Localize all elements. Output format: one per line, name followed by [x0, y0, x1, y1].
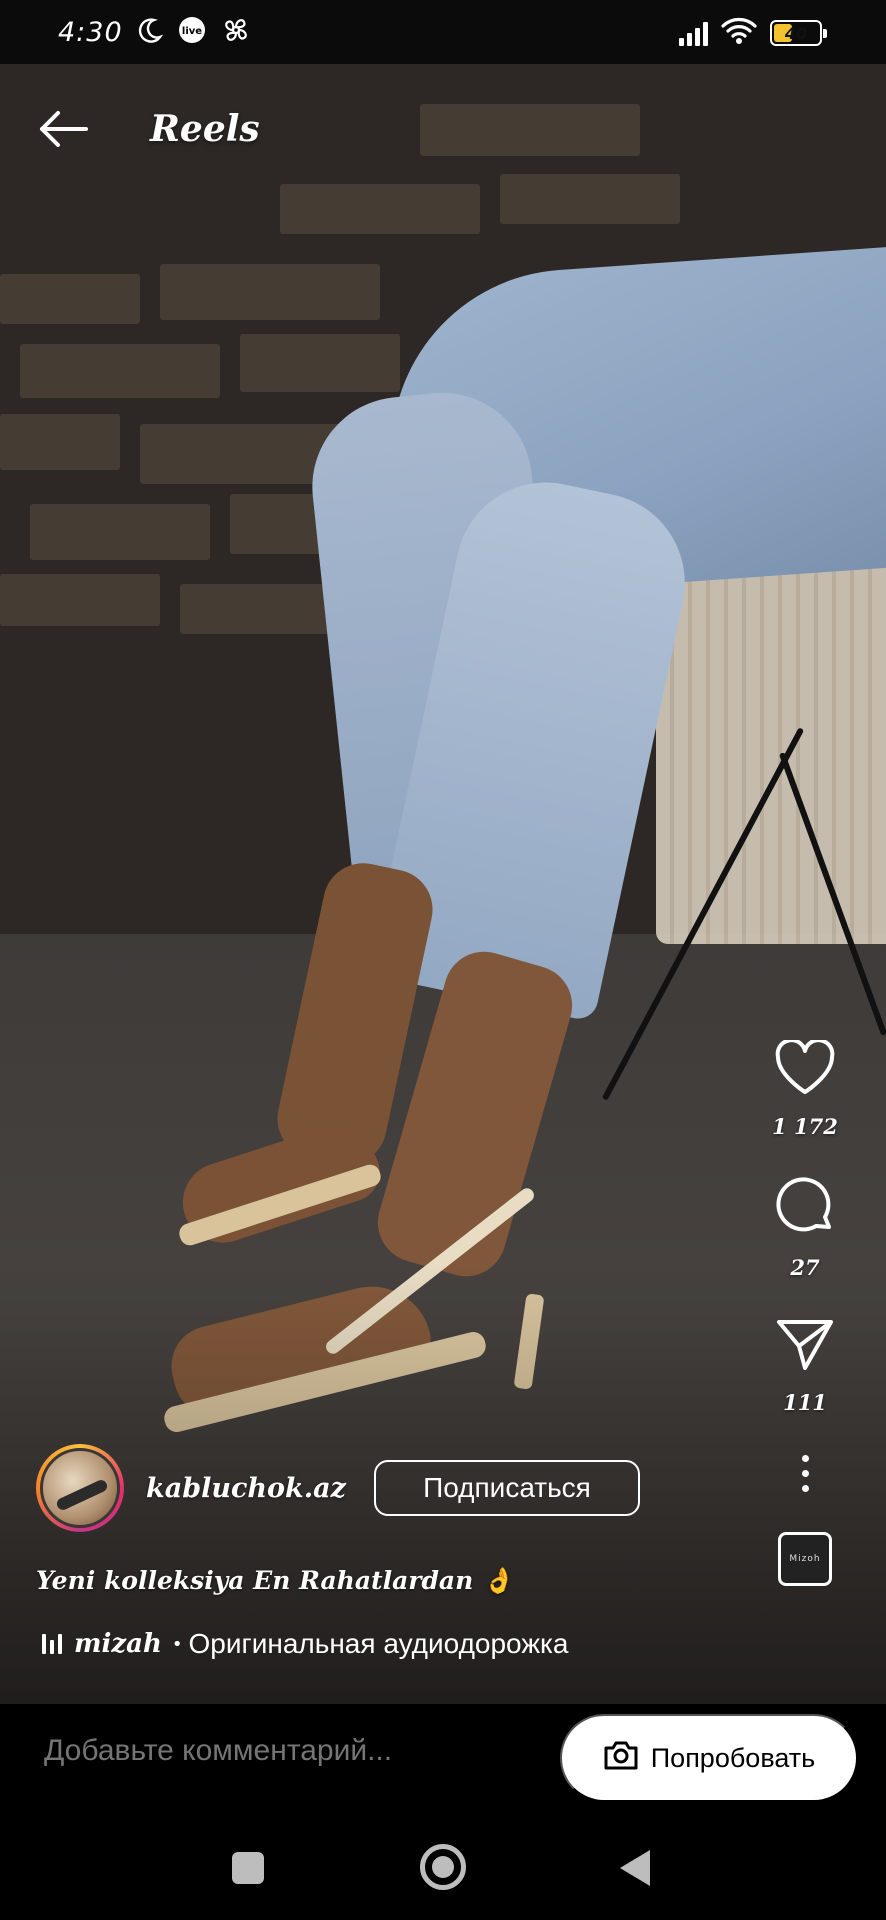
audio-author: mizah: [74, 1629, 162, 1659]
signal-icon: [679, 20, 708, 46]
moon-icon: [137, 17, 163, 47]
camera-icon: [603, 1739, 639, 1778]
square-icon[interactable]: [232, 1852, 264, 1884]
comment-action: 27: [774, 1175, 836, 1280]
live-icon: live: [177, 15, 207, 49]
follow-button[interactable]: Подписаться: [373, 1460, 640, 1516]
comment-count: 27: [790, 1255, 820, 1280]
page-title: Reels: [150, 108, 260, 150]
battery-icon: 40: [770, 20, 827, 46]
like-action: 1 172: [772, 1038, 838, 1139]
audio-thumbnail[interactable]: Mizoh: [778, 1532, 832, 1586]
top-bar: Reels: [0, 64, 886, 194]
chair: [656, 564, 886, 944]
circle-icon[interactable]: [420, 1844, 466, 1890]
comment-bubble-icon[interactable]: [774, 1175, 836, 1241]
avatar[interactable]: [36, 1444, 124, 1532]
paper-plane-icon[interactable]: [775, 1316, 835, 1376]
heart-icon[interactable]: [774, 1038, 836, 1100]
author-row: kabluchok.az Подписаться: [36, 1444, 640, 1532]
status-time: 4:30: [58, 16, 123, 48]
audio-row[interactable]: mizah • Оригинальная аудиодорожка: [42, 1628, 569, 1660]
like-count: 1 172: [772, 1114, 838, 1139]
svg-text:live: live: [182, 26, 202, 37]
fan-icon: [221, 15, 251, 49]
arrow-left-icon[interactable]: [36, 109, 90, 149]
wifi-icon: [720, 16, 758, 50]
comment-input[interactable]: [44, 1734, 564, 1768]
share-action: 111: [775, 1316, 835, 1415]
audio-separator: •: [171, 1633, 183, 1655]
system-nav-bar: [0, 1812, 886, 1920]
audio-track-name: Оригинальная аудиодорожка: [188, 1628, 569, 1659]
caption[interactable]: Yeni kolleksiya En Rahatlardan 👌: [36, 1566, 513, 1596]
author-username[interactable]: kabluchok.az: [146, 1473, 346, 1504]
status-bar: 4:30 live 40: [0, 0, 886, 64]
try-button[interactable]: Попробовать: [560, 1714, 858, 1802]
battery-level: 40: [784, 23, 808, 43]
triangle-back-icon[interactable]: [620, 1850, 650, 1886]
comment-bar: Попробовать: [0, 1704, 886, 1812]
share-count: 111: [783, 1390, 827, 1415]
action-column: 1 172 27 111 Mizoh: [750, 1038, 860, 1586]
try-button-label: Попробовать: [650, 1742, 816, 1773]
audio-thumb-label: Mizoh: [789, 1554, 821, 1564]
audio-bars-icon: [42, 1634, 62, 1654]
more-vertical-icon[interactable]: [801, 1455, 809, 1492]
